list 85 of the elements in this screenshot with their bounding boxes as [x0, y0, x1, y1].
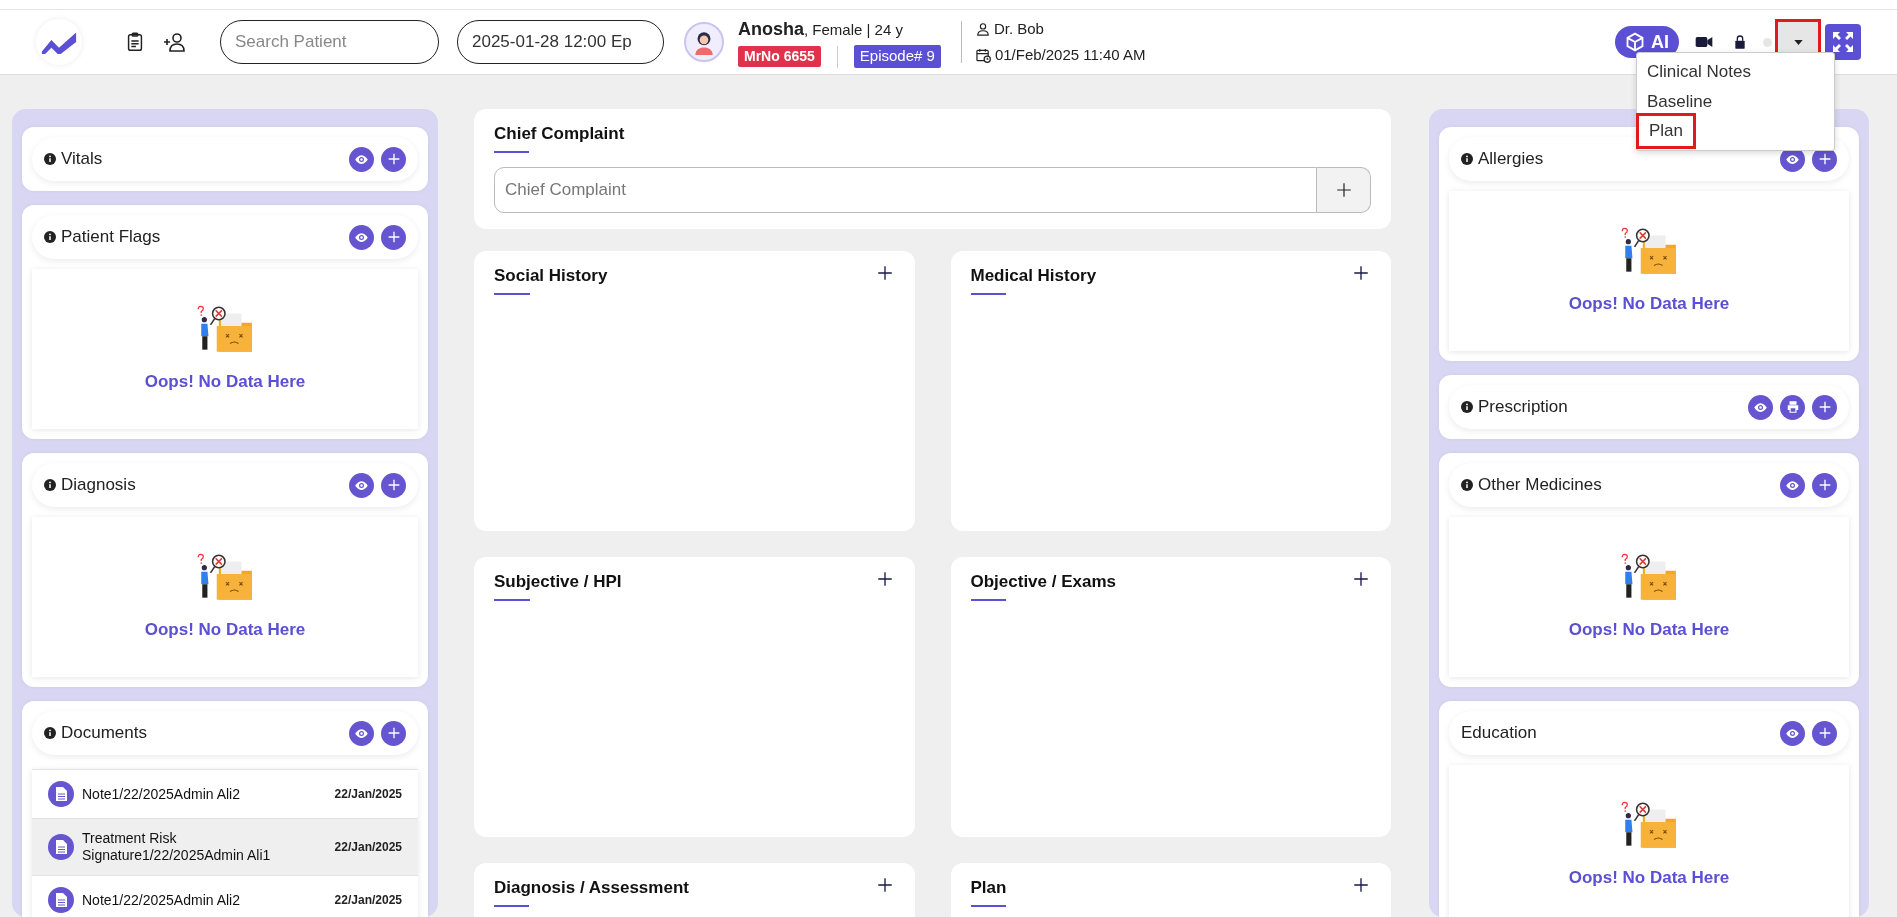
section-title: Social History — [494, 263, 608, 295]
fullscreen-button[interactable] — [1825, 24, 1861, 60]
doctor-name: Dr. Bob — [993, 18, 1044, 39]
add-button[interactable] — [1351, 875, 1371, 895]
view-button[interactable] — [349, 224, 374, 250]
patient-name: Anosha, Female | 24 y — [738, 18, 904, 42]
section-title: Medical History — [970, 263, 1097, 295]
section-title: Subjective / HPI — [494, 569, 622, 601]
document-icon — [48, 834, 74, 860]
info-icon — [1461, 401, 1473, 413]
empty-state-message: Oops! No Data Here — [144, 619, 306, 642]
info-icon — [1461, 153, 1473, 165]
card-title: Vitals — [61, 148, 104, 171]
lock-icon — [1732, 33, 1748, 51]
card-title: Prescription — [1478, 396, 1569, 419]
search-field[interactable]: Search Patient — [220, 20, 439, 64]
add-button[interactable] — [1812, 472, 1837, 498]
visit-datetime: 01/Feb/2025 11:40 AM — [994, 45, 1146, 65]
empty-state-message: Oops! No Data Here — [1568, 293, 1730, 316]
calendar-clock-icon — [975, 47, 991, 63]
card-title: Other Medicines — [1478, 474, 1603, 497]
document-name[interactable]: Note1/22/2025Admin Ali2 — [82, 785, 327, 803]
section-title: Plan — [970, 875, 1007, 907]
document-date: 22/Jan/2025 — [334, 839, 402, 856]
view-button[interactable] — [349, 146, 374, 172]
card-title: Education — [1461, 722, 1538, 745]
empty-state-message: Oops! No Data Here — [1568, 867, 1730, 890]
plus-icon — [1352, 876, 1370, 894]
add-button[interactable] — [1812, 720, 1837, 746]
add-button[interactable] — [1812, 394, 1837, 420]
print-button[interactable] — [1780, 394, 1805, 420]
plus-icon — [1352, 570, 1370, 588]
caret-icon — [1793, 39, 1803, 45]
view-button[interactable] — [1748, 394, 1773, 420]
card-title: Diagnosis — [61, 474, 137, 497]
document-icon — [48, 781, 74, 807]
info-icon — [1461, 479, 1473, 491]
document-row[interactable]: Treatment Risk Signature1/22/2025Admin Ali1 22/Jan/2025 — [32, 819, 418, 876]
episode-badge: Episode# 9 — [853, 45, 941, 68]
empty-state-message: Oops! No Data Here — [144, 371, 306, 394]
section-title: Diagnosis / Assessment — [494, 875, 689, 907]
document-name[interactable]: Treatment Risk Signature1/22/2025Admin Ali1 — [82, 830, 327, 864]
expand-icon — [1831, 30, 1855, 54]
document-date: 22/Jan/2025 — [334, 786, 402, 803]
card-title: Documents — [61, 722, 148, 745]
doctor-icon — [975, 21, 990, 36]
plus-icon — [875, 570, 894, 588]
info-icon — [44, 153, 56, 165]
add-button[interactable] — [1351, 263, 1371, 283]
plus-icon — [1352, 264, 1370, 282]
info-icon — [44, 231, 56, 243]
document-row[interactable]: Note1/22/2025Admin Ali2 22/Jan/2025 — [32, 770, 418, 819]
card-title: Patient Flags — [61, 226, 162, 249]
info-icon — [44, 479, 56, 491]
menu-item[interactable]: Baseline — [1637, 86, 1723, 116]
chief-complaint-field[interactable]: Chief Complaint — [494, 166, 1317, 213]
section-title: Chief Complaint — [494, 121, 625, 153]
add-button[interactable] — [381, 720, 406, 746]
view-button[interactable] — [349, 472, 374, 498]
empty-state-message: Oops! No Data Here — [1568, 619, 1730, 642]
menu-item[interactable]: Clinical Notes — [1637, 57, 1761, 87]
section-title: Objective / Exams — [970, 569, 1117, 601]
card-title: Allergies — [1478, 148, 1545, 171]
plus-icon — [1334, 180, 1353, 199]
add-button[interactable] — [381, 146, 406, 172]
view-button[interactable] — [349, 720, 374, 746]
view-button[interactable] — [1780, 472, 1805, 498]
document-icon — [48, 887, 74, 913]
document-date: 22/Jan/2025 — [334, 892, 402, 909]
printer-icon — [1785, 400, 1800, 414]
document-name[interactable]: Note1/22/2025Admin Ali2 — [82, 891, 327, 909]
plus-icon — [875, 876, 894, 894]
add-button[interactable] — [1351, 569, 1371, 589]
add-user-icon — [163, 30, 187, 54]
trend-line-icon — [40, 30, 78, 54]
menu-item[interactable]: Plan — [1639, 116, 1694, 146]
episode-field[interactable]: 2025-01-28 12:00 Ep — [457, 20, 664, 64]
cube-icon — [1625, 32, 1645, 52]
mrno-badge: MrNo 6655 — [738, 46, 821, 67]
document-row[interactable]: Note1/22/2025Admin Ali2 22/Jan/2025 — [32, 876, 418, 917]
info-icon — [44, 727, 56, 739]
add-button[interactable] — [381, 224, 406, 250]
view-button[interactable] — [1780, 720, 1805, 746]
plus-icon — [875, 264, 894, 282]
add-button[interactable] — [381, 472, 406, 498]
